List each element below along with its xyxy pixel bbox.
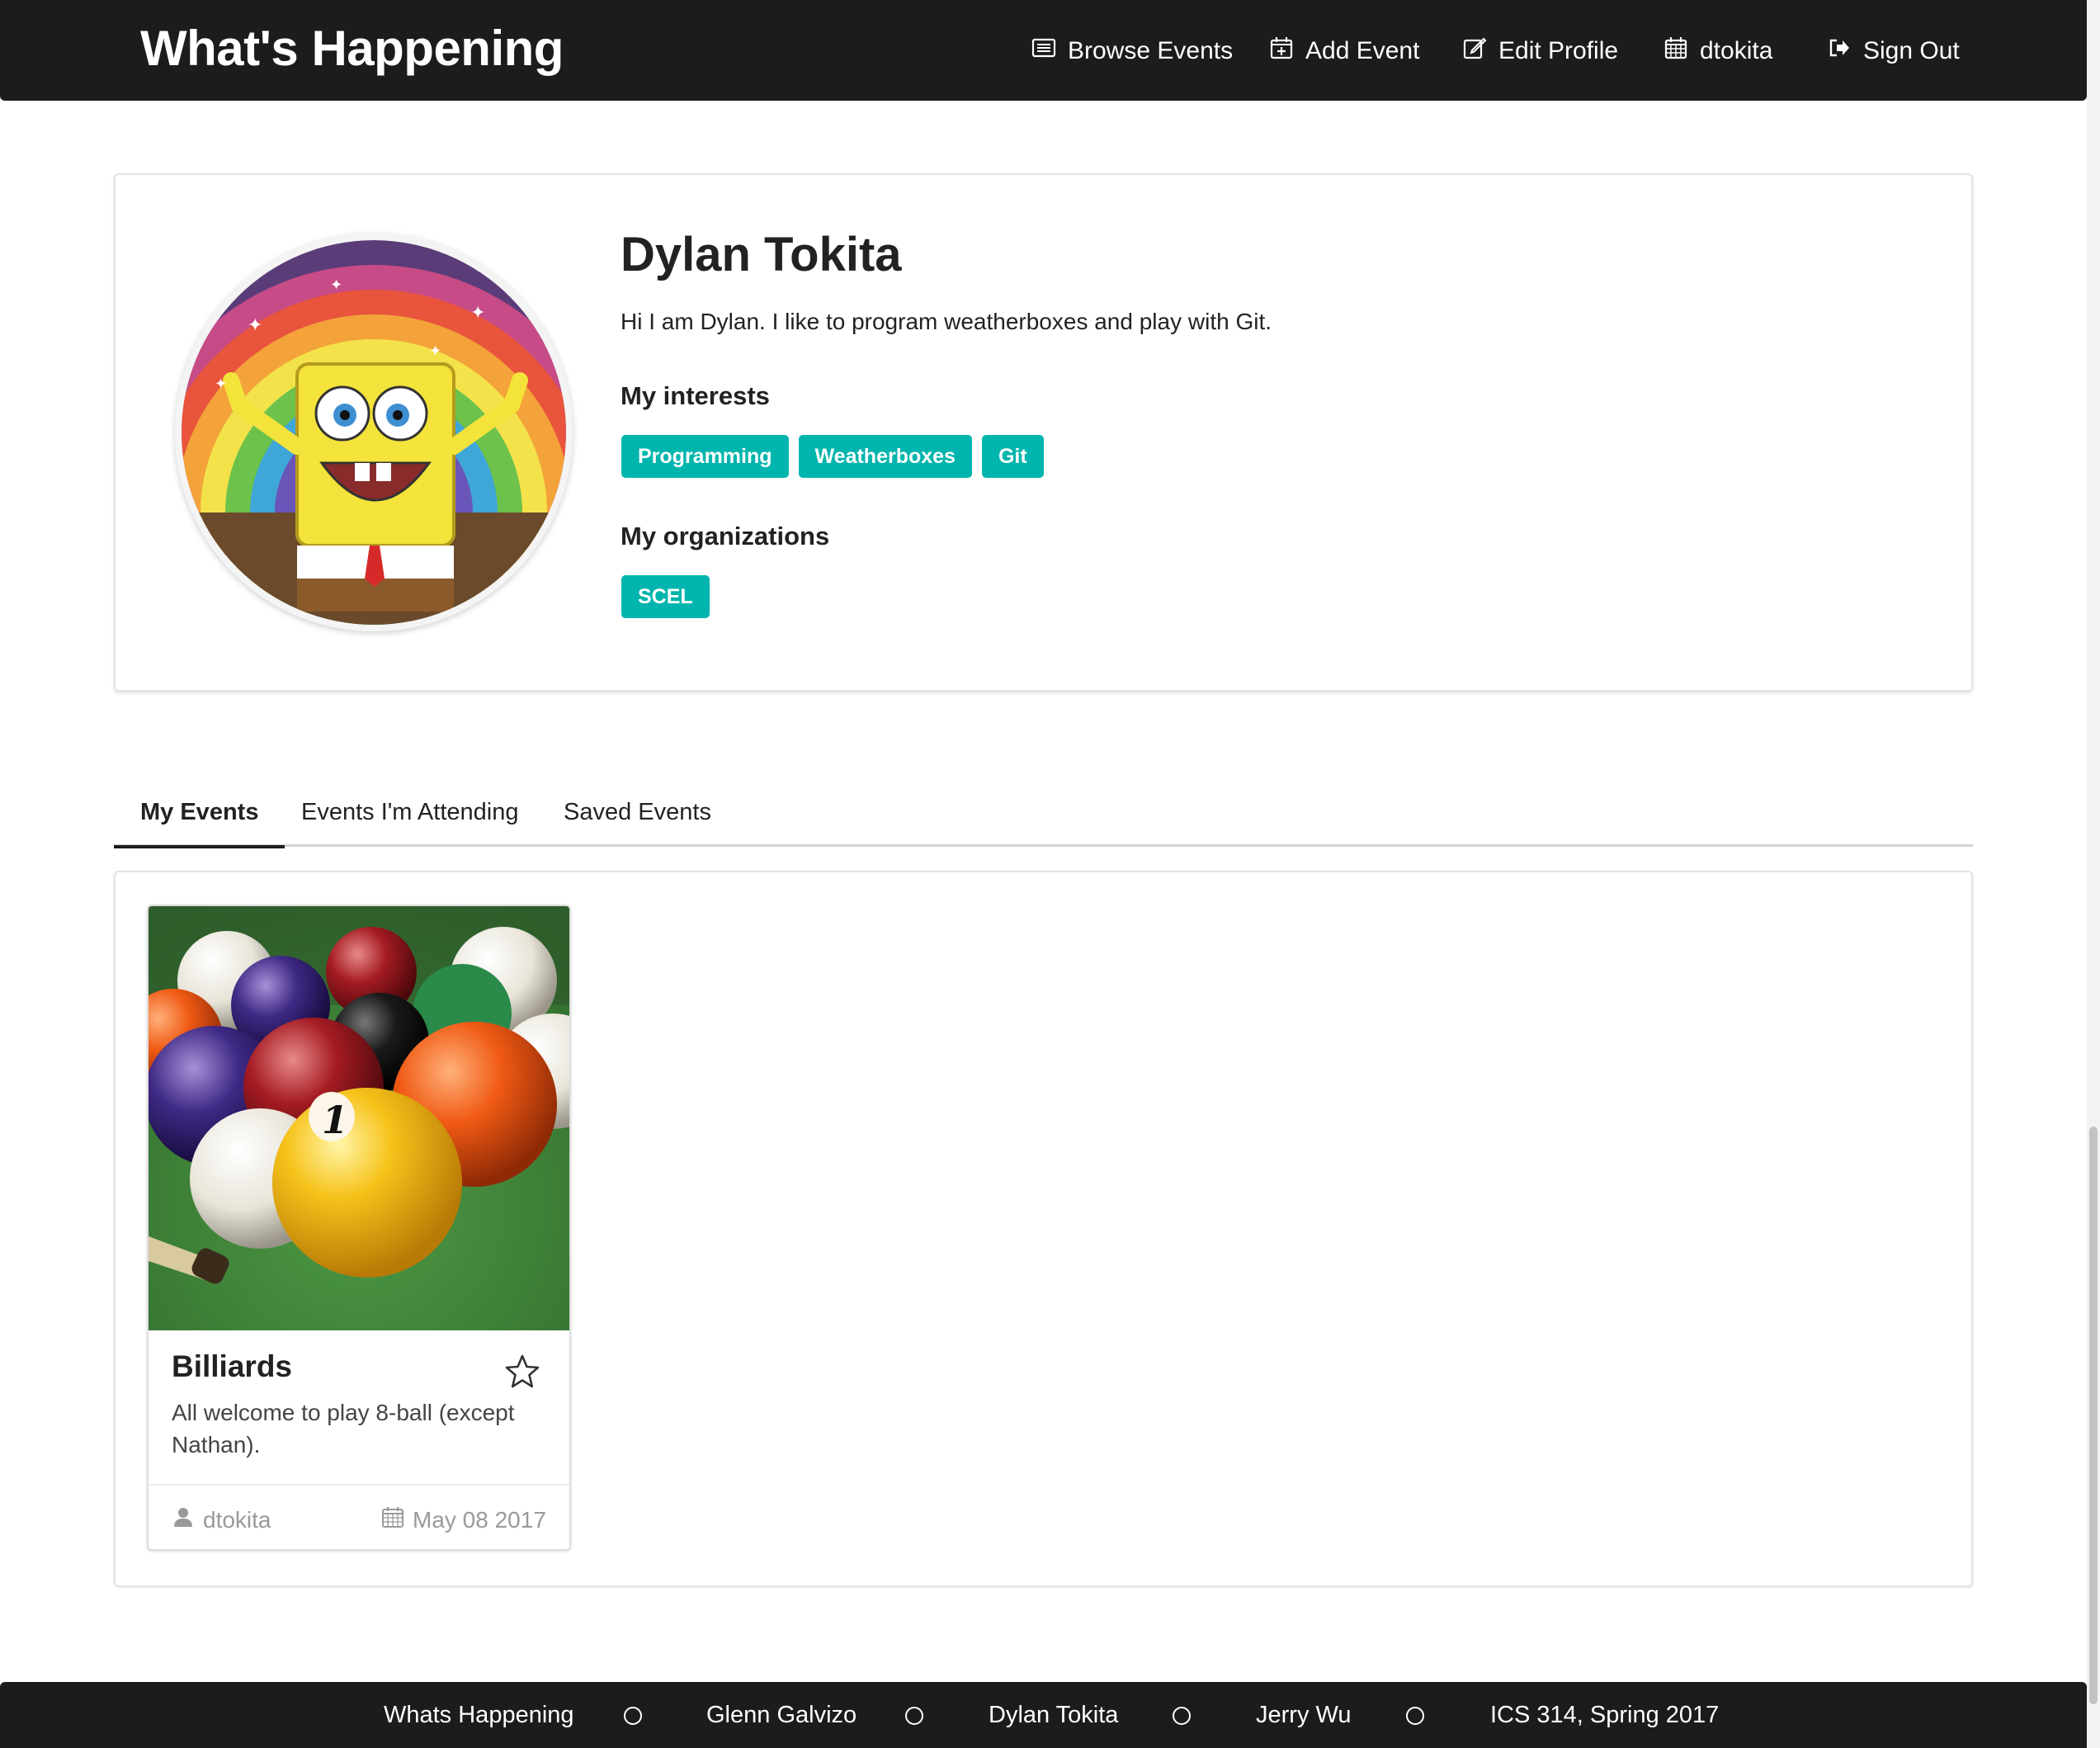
footer-item: Whats Happening <box>384 1702 574 1728</box>
circle-icon <box>1406 1707 1424 1725</box>
nav-browse-events[interactable]: Browse Events <box>1031 33 1233 69</box>
nav-label: Add Event <box>1305 37 1420 64</box>
interest-tag[interactable]: Programming <box>621 435 789 478</box>
interests-title: My interests <box>621 381 770 410</box>
svg-text:✦: ✦ <box>248 315 262 336</box>
nav-sign-out[interactable]: Sign Out <box>1827 33 1960 69</box>
nav-label: Edit Profile <box>1498 37 1619 64</box>
circle-icon <box>905 1707 923 1725</box>
tab-events-attending[interactable]: Events I'm Attending <box>275 776 545 847</box>
user-icon <box>172 1505 195 1534</box>
star-icon <box>503 1354 541 1394</box>
calendar-plus-icon <box>1269 35 1294 67</box>
calendar-icon <box>381 1505 404 1534</box>
page-scrollbar-thumb[interactable] <box>2089 1127 2098 1704</box>
nav-label: Sign Out <box>1863 37 1960 64</box>
nav-user-events[interactable]: dtokita <box>1663 33 1772 69</box>
brand-title[interactable]: What's Happening <box>140 20 564 77</box>
nav-label: Browse Events <box>1068 37 1234 64</box>
footer-item: Dylan Tokita <box>989 1702 1119 1728</box>
event-card[interactable]: 1 Billiards All welcome to play 8-ball (… <box>147 905 571 1551</box>
organizations-tag-list: SCEL <box>621 575 710 618</box>
organizations-title: My organizations <box>621 522 830 550</box>
footer-item: Glenn Galvizo <box>706 1702 857 1728</box>
tab-my-events[interactable]: My Events <box>114 776 286 848</box>
list-icon <box>1031 35 1056 67</box>
interests-tag-list: Programming Weatherboxes Git <box>621 435 1044 478</box>
event-title[interactable]: Billiards <box>172 1349 292 1384</box>
calendar-icon <box>1663 35 1688 67</box>
nav-label: dtokita <box>1700 37 1773 64</box>
footer-item: Jerry Wu <box>1256 1702 1352 1728</box>
tab-saved-events[interactable]: Saved Events <box>537 776 738 847</box>
event-date-text: May 08 2017 <box>413 1506 546 1533</box>
svg-text:✦: ✦ <box>470 303 485 324</box>
event-owner-name: dtokita <box>203 1506 271 1533</box>
organization-tag[interactable]: SCEL <box>621 575 710 618</box>
svg-text:1: 1 <box>322 1098 348 1142</box>
event-card-footer: dtokita May 08 2017 <box>149 1484 569 1549</box>
svg-text:✦: ✦ <box>215 376 227 393</box>
interest-tag[interactable]: Git <box>981 435 1044 478</box>
circle-icon <box>1173 1707 1191 1725</box>
nav-edit-profile[interactable]: Edit Profile <box>1462 33 1618 69</box>
svg-text:✦: ✦ <box>429 343 441 360</box>
event-date: May 08 2017 <box>381 1505 546 1534</box>
edit-icon <box>1462 35 1487 67</box>
nav-add-event[interactable]: Add Event <box>1269 33 1419 69</box>
footer-item: ICS 314, Spring 2017 <box>1490 1702 1720 1728</box>
profile-avatar: ✦ ✦ ✦ ✦ ✦ <box>175 234 573 631</box>
event-owner[interactable]: dtokita <box>172 1505 271 1534</box>
page-footer: Whats Happening Glenn Galvizo Dylan Toki… <box>0 1682 2087 1748</box>
page-scrollbar[interactable] <box>2087 0 2100 1748</box>
event-description: All welcome to play 8-ball (except Natha… <box>172 1400 515 1457</box>
events-tabs: My Events Events I'm Attending Saved Eve… <box>114 776 1973 848</box>
interest-tag[interactable]: Weatherboxes <box>798 435 972 478</box>
circle-icon <box>624 1707 642 1725</box>
event-image[interactable]: 1 <box>149 906 569 1330</box>
sign-out-icon <box>1827 35 1852 67</box>
profile-name: Dylan Tokita <box>621 228 902 281</box>
top-navbar: What's Happening Browse Events Add Event… <box>0 0 2087 101</box>
svg-text:✦: ✦ <box>330 276 342 294</box>
save-event-button[interactable] <box>503 1353 541 1391</box>
profile-bio: Hi I am Dylan. I like to program weather… <box>621 309 1272 334</box>
